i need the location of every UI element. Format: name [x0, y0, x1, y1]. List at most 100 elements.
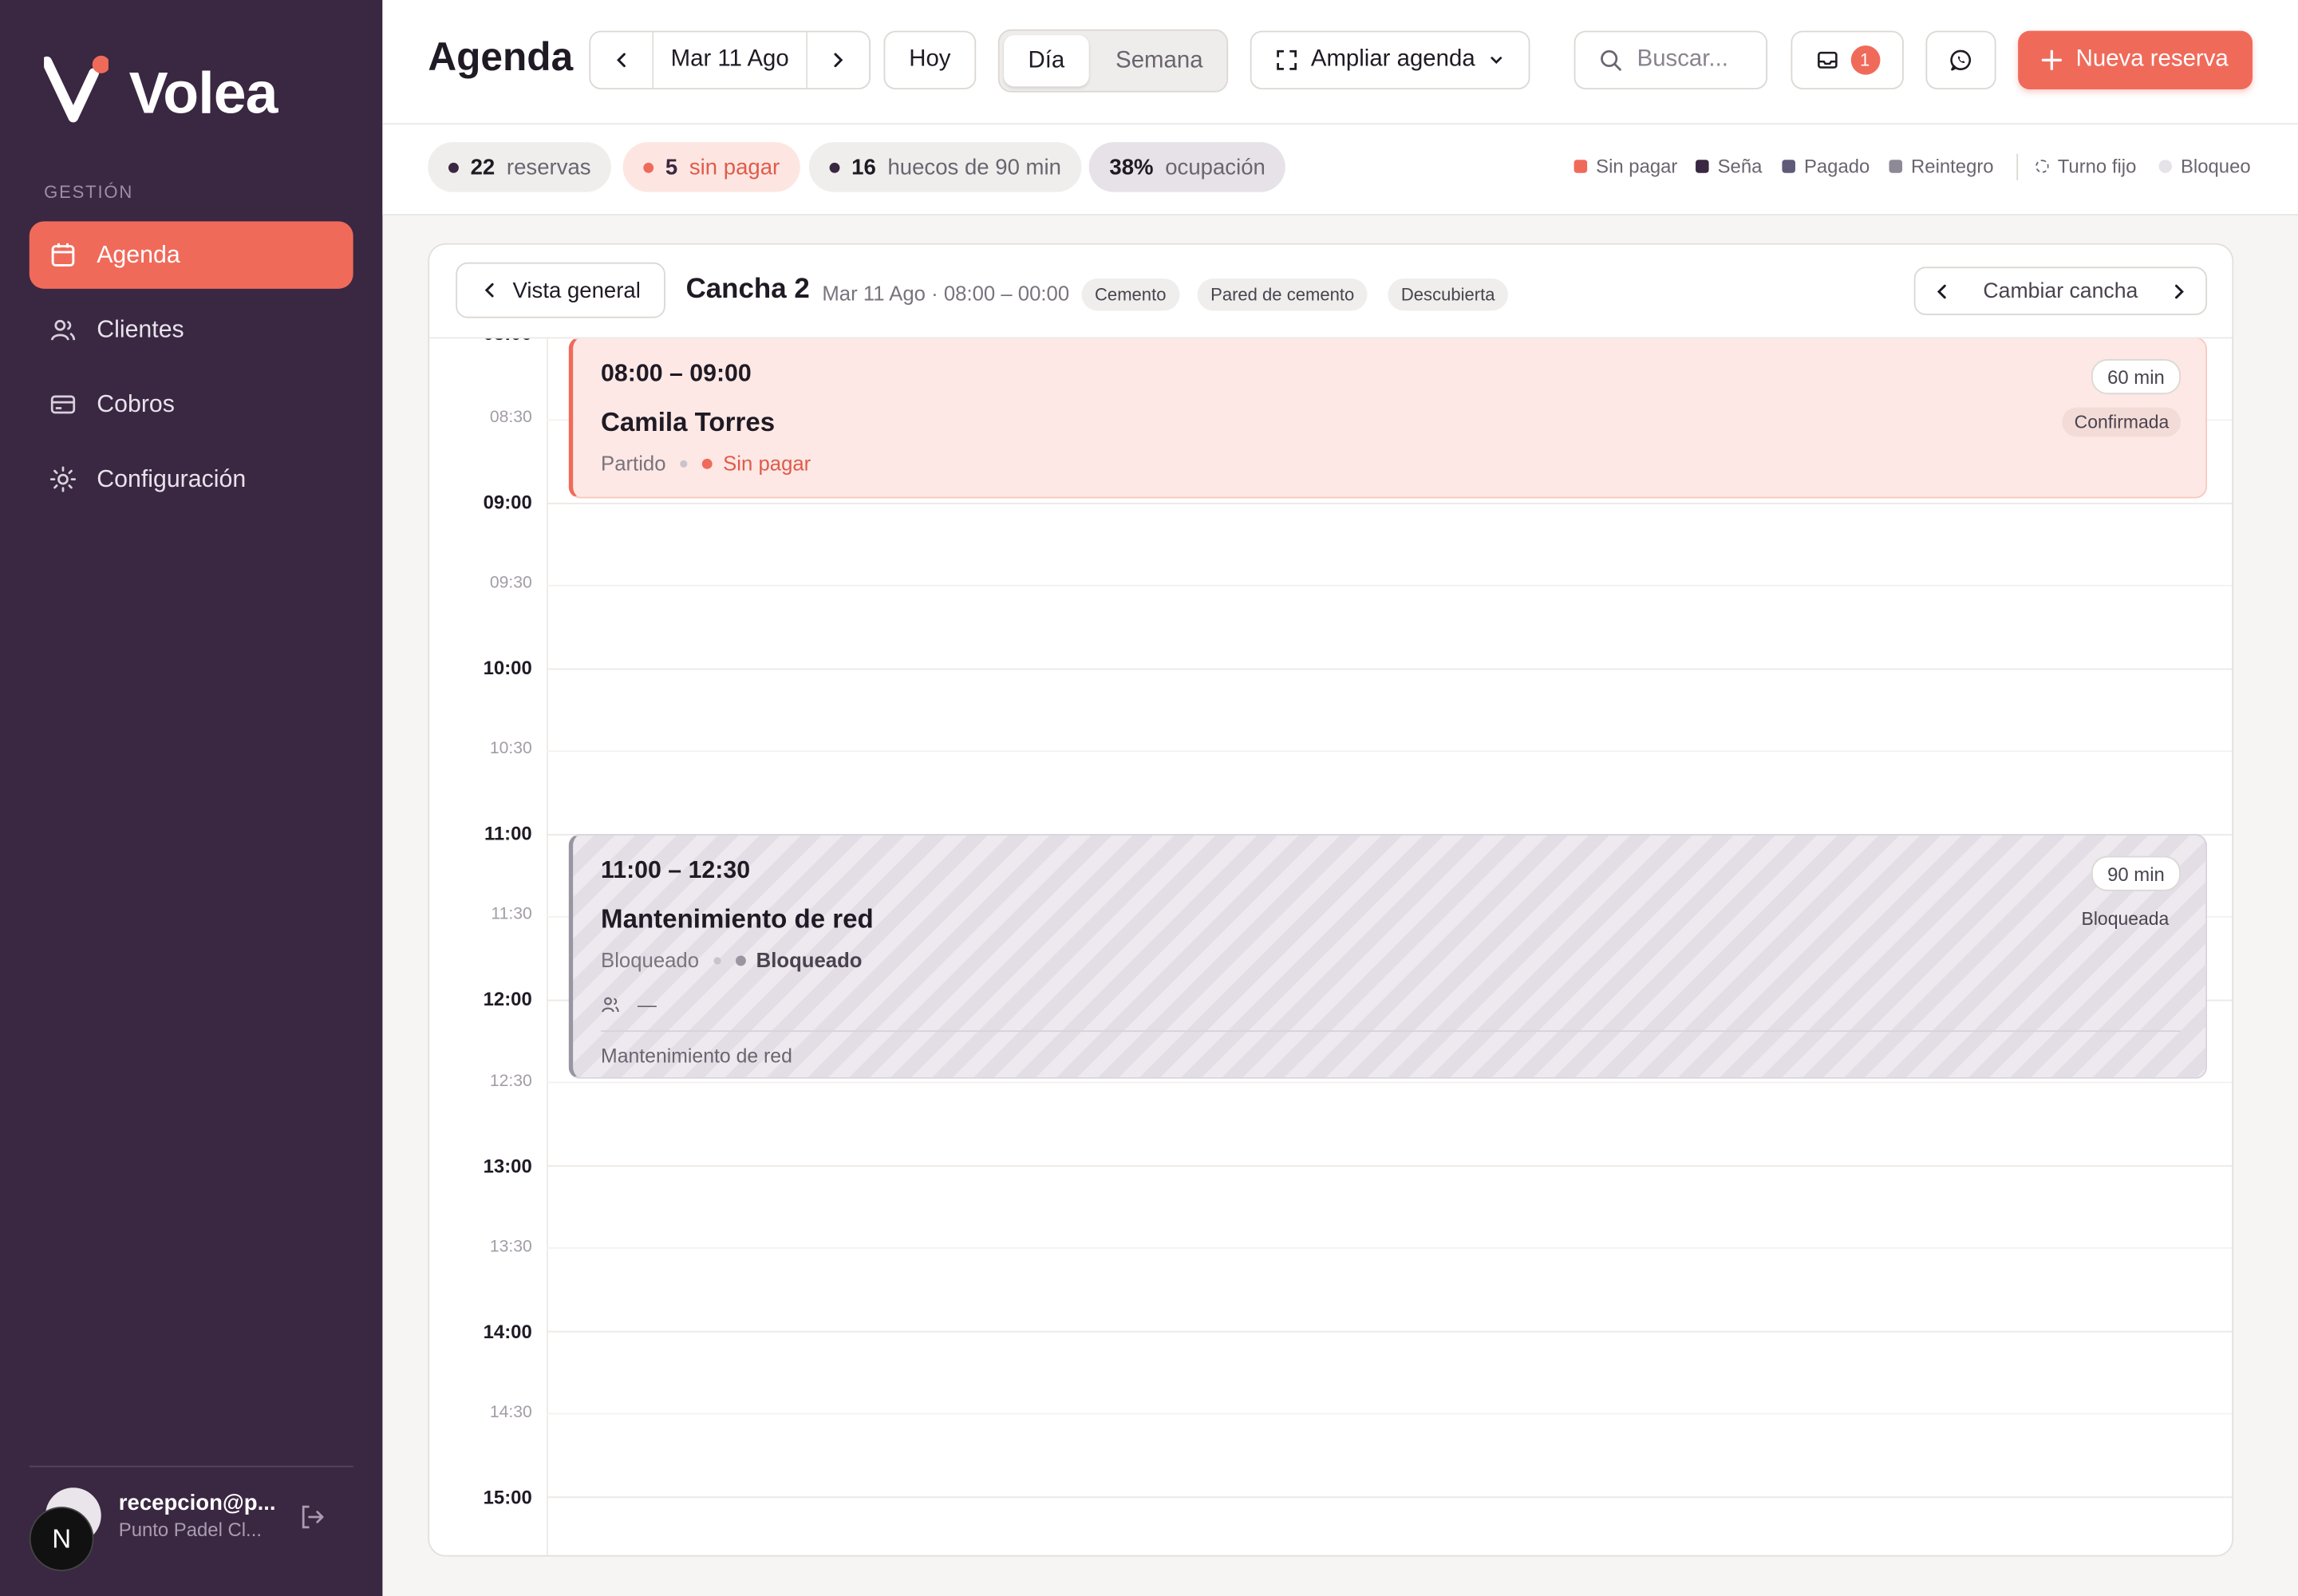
- tab-dia[interactable]: Día: [1004, 35, 1089, 87]
- change-court-control: Cambiar cancha: [1913, 267, 2208, 315]
- booking-subline: Partido Sin pagar: [601, 452, 811, 475]
- legend-swatch: [2035, 160, 2049, 173]
- next-court-button[interactable]: [2153, 282, 2205, 300]
- court-tag-surface: Cemento: [1081, 278, 1179, 311]
- stat-sin-pagar[interactable]: 5 sin pagar: [622, 142, 800, 192]
- stat-value: 38%: [1109, 154, 1154, 180]
- booking-type: Partido: [601, 451, 666, 476]
- timeline[interactable]: 08:00 08:30 09:00 09:30 10:00 10:30 11:0…: [429, 337, 2233, 1555]
- new-booking-button[interactable]: Nueva reserva: [2018, 30, 2253, 90]
- search-icon: [1601, 49, 1621, 71]
- separator-dot: [713, 956, 721, 964]
- sidebar-item-configuracion[interactable]: Configuración: [30, 445, 353, 512]
- players-row: —: [601, 994, 657, 1016]
- legend-sin-pagar: Sin pagar: [1573, 155, 1678, 178]
- calendar-icon: [49, 242, 76, 268]
- chevron-right-icon: [2175, 283, 2184, 298]
- prev-court-button[interactable]: [1916, 282, 1968, 300]
- legend-swatch: [1573, 160, 1588, 173]
- page-title: Agenda: [428, 35, 574, 80]
- court-tag-wall: Pared de cemento: [1197, 278, 1368, 311]
- sidebar-item-label: Agenda: [97, 241, 180, 268]
- n-badge[interactable]: N: [29, 1507, 94, 1571]
- block-time: 11:00 – 12:30: [601, 857, 751, 884]
- stat-dot: [829, 161, 840, 172]
- grid-line: [547, 1081, 2233, 1084]
- inbox-button[interactable]: 1: [1791, 30, 1904, 90]
- back-label: Vista general: [512, 278, 641, 303]
- sidebar-item-label: Configuración: [97, 465, 247, 492]
- status-badge: Confirmada: [2062, 407, 2182, 437]
- stat-dot: [643, 161, 654, 172]
- sidebar-item-label: Cobros: [97, 390, 175, 417]
- time-label: 09:30: [489, 574, 532, 593]
- stat-value: 22: [470, 154, 496, 180]
- court-tag-cover: Descubierta: [1388, 278, 1509, 311]
- user-org: Punto Padel Cl...: [118, 1518, 262, 1541]
- expand-label: Ampliar agenda: [1310, 46, 1475, 72]
- booking-time: 08:00 – 09:00: [601, 360, 752, 387]
- sidebar: Volea GESTIÓN Agenda Clientes Cobros Con…: [0, 0, 383, 1596]
- time-label: 10:30: [489, 740, 532, 758]
- legend-swatch: [1889, 160, 1903, 173]
- legend-swatch: [2158, 160, 2172, 173]
- stats-bar: 22 reservas 5 sin pagar 16 huecos de 90 …: [382, 124, 2298, 215]
- legend-label: Reintegro: [1911, 155, 1994, 178]
- logout-icon[interactable]: [299, 1503, 326, 1530]
- expand-agenda-button[interactable]: Ampliar agenda: [1250, 30, 1530, 90]
- sidebar-item-clientes[interactable]: Clientes: [30, 296, 353, 363]
- legend-label: Pagado: [1803, 155, 1870, 178]
- booking-card[interactable]: 08:00 – 09:00 Camila Torres Partido Sin …: [568, 337, 2208, 499]
- chevron-right-icon: [834, 53, 843, 68]
- time-label: 11:30: [491, 906, 532, 924]
- search-input[interactable]: Buscar...: [1637, 47, 1728, 73]
- legend-label: Seña: [1717, 155, 1763, 178]
- legend-label: Sin pagar: [1596, 155, 1678, 178]
- stat-value: 16: [851, 154, 876, 180]
- legend-divider: [2016, 153, 2019, 180]
- stat-reservas: 22 reservas: [428, 142, 612, 192]
- grid-line: [547, 1330, 2233, 1333]
- tab-semana[interactable]: Semana: [1096, 35, 1222, 86]
- grid-line: [547, 750, 2233, 753]
- separator-dot: [680, 459, 689, 467]
- volea-logo-icon: [44, 53, 109, 123]
- grid-line: [547, 668, 2233, 670]
- sidebar-item-agenda[interactable]: Agenda: [29, 221, 353, 289]
- current-date[interactable]: Mar 11 Ago: [653, 47, 807, 73]
- stat-label: ocupación: [1165, 154, 1265, 180]
- time-label: 14:00: [483, 1320, 532, 1343]
- stat-huecos: 16 huecos de 90 min: [808, 142, 1082, 192]
- grid-line: [547, 1412, 2233, 1415]
- next-day-button[interactable]: [807, 32, 869, 89]
- duration-badge: 90 min: [2091, 855, 2182, 891]
- prev-day-button[interactable]: [590, 32, 653, 89]
- legend-label: Turno fijo: [2057, 155, 2137, 178]
- sidebar-item-cobros[interactable]: Cobros: [30, 371, 353, 438]
- block-status: Bloqueado: [756, 948, 863, 972]
- whatsapp-button[interactable]: [1925, 30, 1996, 90]
- back-overview-button[interactable]: Vista general: [456, 262, 665, 318]
- stat-label: huecos de 90 min: [887, 154, 1061, 180]
- search-box[interactable]: Buscar...: [1573, 30, 1768, 90]
- time-label: 10:00: [483, 656, 532, 679]
- section-label-gestion: GESTIÓN: [44, 181, 134, 203]
- status-badge: Bloqueada: [2081, 908, 2170, 930]
- time-label: 09:00: [483, 491, 532, 513]
- legend-turno-fijo: Turno fijo: [2035, 155, 2137, 178]
- legend-sena: Seña: [1696, 155, 1763, 178]
- time-column-divider: [547, 337, 548, 1555]
- change-court-label[interactable]: Cambiar cancha: [1968, 279, 2153, 302]
- duration-badge: 60 min: [2091, 358, 2182, 395]
- block-card[interactable]: 11:00 – 12:30 Mantenimiento de red Bloqu…: [568, 834, 2208, 1079]
- grid-line: [547, 1247, 2233, 1249]
- time-label: 13:00: [483, 1155, 532, 1177]
- new-booking-label: Nueva reserva: [2075, 46, 2229, 72]
- today-button[interactable]: Hoy: [883, 30, 977, 90]
- board-header: Vista general Cancha 2 Mar 11 Ago · 08:0…: [429, 244, 2233, 339]
- status-dot: [702, 457, 713, 468]
- date-navigator: Mar 11 Ago: [589, 30, 871, 90]
- time-label: 08:30: [489, 409, 532, 427]
- chevron-left-icon: [616, 53, 626, 68]
- stat-value: 5: [665, 154, 678, 180]
